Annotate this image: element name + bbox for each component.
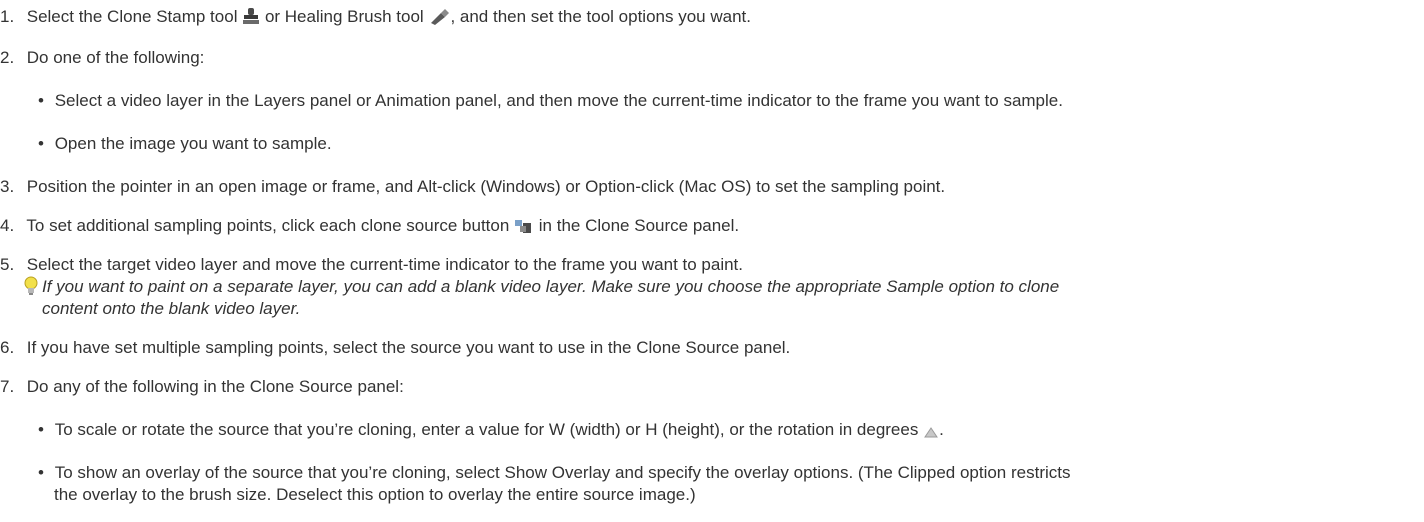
bullet-glyph: • [38, 91, 44, 110]
step-number: 6. [0, 338, 15, 357]
step-number: 2. [0, 48, 15, 67]
step-number: 3. [0, 177, 15, 196]
step-2-bullet-1: • Select a video layer in the Layers pan… [38, 90, 1063, 112]
step-text: Select the Clone Stamp tool [26, 7, 238, 26]
step-1: 1. Select the Clone Stamp tool or Healin… [0, 6, 751, 31]
bullet-glyph: • [38, 134, 44, 153]
tip-text: If you want to paint on a separate layer… [42, 277, 1060, 296]
step-number: 1. [0, 7, 15, 26]
step-text: Select the target video layer and move t… [26, 255, 744, 274]
step-number: 7. [0, 377, 15, 396]
step-3: 3. Position the pointer in an open image… [0, 176, 945, 198]
step-7: 7. Do any of the following in the Clone … [0, 376, 404, 398]
bullet-text: Select a video layer in the Layers panel… [54, 91, 1063, 110]
step-number: 4. [0, 216, 15, 235]
step-text: If you have set multiple sampling points… [26, 338, 791, 357]
bullet-text: To scale or rotate the source that you’r… [54, 420, 919, 439]
step-5: 5. Select the target video layer and mov… [0, 254, 743, 276]
bullet-text: Open the image you want to sample. [54, 134, 332, 153]
bullet-glyph: • [38, 420, 44, 439]
rotation-icon [923, 422, 939, 444]
tip-line-1: If you want to paint on a separate layer… [42, 276, 1059, 298]
step-2: 2. Do one of the following: [0, 47, 204, 69]
clone-stamp-icon [242, 7, 260, 31]
step-4: 4. To set additional sampling points, cl… [0, 215, 739, 240]
step-text: Position the pointer in an open image or… [26, 177, 946, 196]
healing-brush-icon [428, 7, 450, 31]
bullet-glyph: • [38, 463, 44, 482]
step-6: 6. If you have set multiple sampling poi… [0, 337, 790, 359]
bullet-text: To show an overlay of the source that yo… [54, 463, 1071, 482]
step-7-bullet-2-cont: the overlay to the brush size. Deselect … [54, 484, 696, 506]
step-text-after: in the Clone Source panel. [538, 216, 740, 235]
step-text: Do one of the following: [26, 48, 205, 67]
step-text: To set additional sampling points, click… [26, 216, 510, 235]
step-number: 5. [0, 255, 15, 274]
step-7-bullet-1: • To scale or rotate the source that you… [38, 419, 944, 444]
bullet-text: the overlay to the brush size. Deselect … [54, 485, 696, 504]
step-2-bullet-2: • Open the image you want to sample. [38, 133, 332, 155]
clone-source-button-icon [514, 218, 534, 240]
step-7-bullet-2: • To show an overlay of the source that … [38, 462, 1071, 484]
step-text-after: , and then set the tool options you want… [450, 7, 751, 26]
step-text: Do any of the following in the Clone Sou… [26, 377, 404, 396]
bullet-suffix: . [939, 420, 944, 439]
tip-line-2: content onto the blank video layer. [42, 298, 300, 320]
tip-lightbulb-icon [23, 276, 39, 301]
step-text-mid: or Healing Brush tool [264, 7, 424, 26]
tip-text: content onto the blank video layer. [42, 299, 301, 318]
